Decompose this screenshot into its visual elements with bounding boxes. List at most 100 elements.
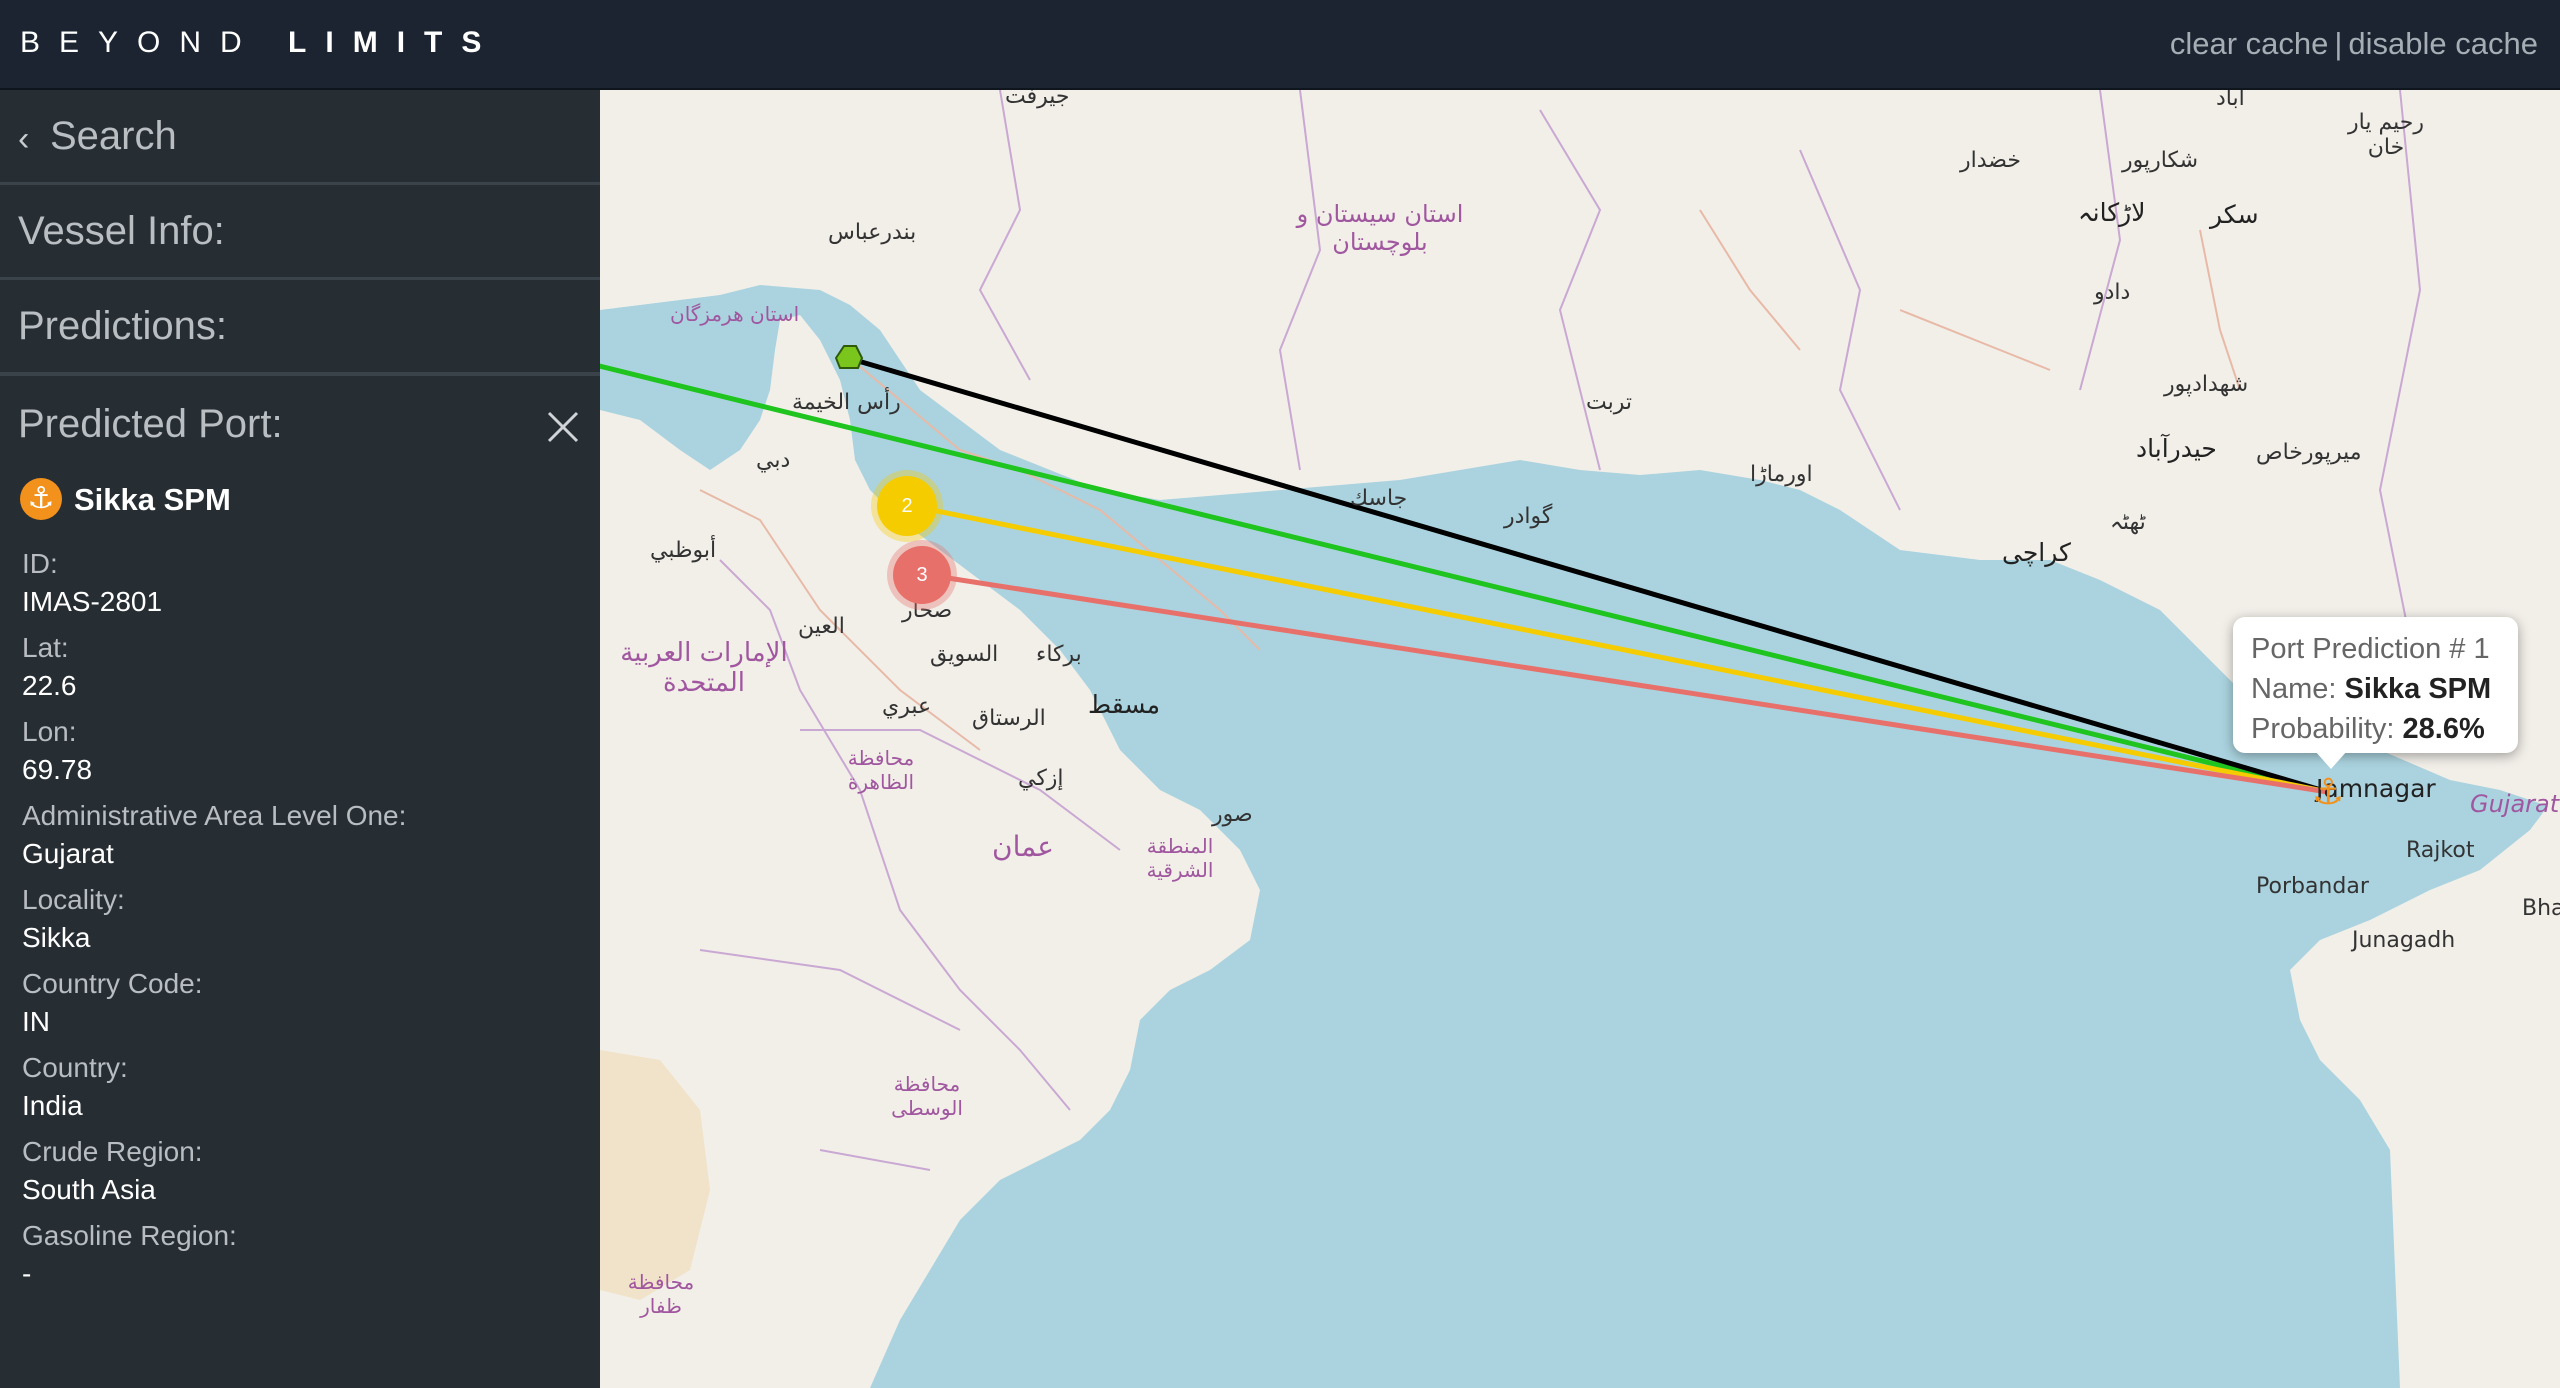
map-label-rajkot: Rajkot — [2406, 838, 2475, 863]
map-label-bandar-abbas: بندرعباس — [828, 220, 917, 245]
map-label-jask: جاسك — [1350, 486, 1408, 511]
map-label-bha: Bha — [2522, 896, 2560, 921]
map-label-hormozgan: استان هرمزگان — [670, 302, 800, 326]
field-value: IMAS-2801 — [22, 586, 163, 617]
field-label: Gasoline Region: — [22, 1220, 237, 1251]
popup-name-value: Sikka SPM — [2344, 673, 2492, 705]
map-label-uae: الإمارات العربية المتحدة — [620, 638, 788, 698]
link-separator: | — [2334, 26, 2343, 61]
map-label-larkana: لاڑکانہ — [2078, 198, 2146, 227]
map-label-gujarat: Gujarat — [2470, 790, 2560, 818]
map-label-jiroft: جیرفت — [1005, 90, 1070, 109]
cache-links: clear cache | disable cache — [2170, 26, 2538, 62]
disable-cache-link[interactable]: disable cache — [2348, 26, 2538, 61]
field-value: Sikka — [22, 922, 91, 953]
field-crude-region: Crude Region: South Asia — [0, 1136, 600, 1206]
field-label: Country: — [22, 1052, 128, 1083]
map-label-sur: صور — [1212, 802, 1253, 827]
map-label-dadu: دادو — [2094, 280, 2131, 305]
map-label-alain: العين — [798, 614, 845, 639]
predictions-label: Predictions: — [18, 304, 227, 348]
map-label-khuzdar: خضدار — [1960, 148, 2021, 173]
popup-probability-label: Probability: — [2251, 713, 2395, 745]
predictions-section[interactable]: Predictions: — [0, 280, 600, 375]
map-label-turbat: تربت — [1586, 390, 1632, 415]
field-value: South Asia — [22, 1174, 156, 1205]
search-section[interactable]: ‹ Search — [0, 90, 600, 185]
field-label: ID: — [22, 548, 58, 579]
field-value: Gujarat — [22, 838, 114, 869]
field-label: Lon: — [22, 716, 77, 747]
map-label-wusta: محافظة الوسطى — [891, 1072, 963, 1120]
brand-first-word: BEYOND — [20, 26, 261, 59]
field-country-code: Country Code: IN — [0, 968, 600, 1038]
prediction-marker-2[interactable]: 2 — [877, 476, 937, 536]
popup-probability-value: 28.6% — [2402, 713, 2485, 745]
map-label-oman: عمان — [992, 830, 1054, 863]
brand-second-word: LIMITS — [288, 26, 501, 59]
field-lat: Lat: 22.6 — [0, 632, 600, 702]
map-label-sharqiyah: المنطقة الشرقية — [1146, 834, 1214, 882]
field-label: Country Code: — [22, 968, 203, 999]
port-prediction-popup: Port Prediction # 1 Name: Sikka SPM Prob… — [2233, 617, 2518, 753]
predicted-port-header: Predicted Port: — [0, 375, 600, 474]
top-bar: BEYOND LIMITS clear cache | disable cache — [0, 0, 2560, 90]
clear-cache-link[interactable]: clear cache — [2170, 26, 2329, 61]
map-label-rahim: رحیم یار خان — [2348, 110, 2424, 160]
field-value: IN — [22, 1006, 50, 1037]
predicted-port-label: Predicted Port: — [18, 402, 283, 446]
field-value: - — [22, 1258, 32, 1289]
map-label-karachi: کراچی — [2002, 538, 2071, 567]
field-label: Locality: — [22, 884, 125, 915]
chevron-left-icon[interactable]: ‹ — [18, 120, 29, 159]
map-label-gwadar: گوادر — [1504, 504, 1553, 529]
port-name: Sikka SPM — [74, 482, 231, 517]
search-label: Search — [50, 114, 177, 158]
map-label-barka: بركاء — [1036, 642, 1082, 667]
anchor-icon: ⚓ — [20, 478, 62, 520]
map-label-mirpur: میرپورخاص — [2256, 440, 2362, 465]
map-label-dubai: دبي — [756, 448, 791, 473]
prediction-marker-3[interactable]: 3 — [893, 546, 951, 604]
field-locality: Locality: Sikka — [0, 884, 600, 954]
map-label-sukkur: سکر — [2210, 200, 2259, 229]
field-label: Administrative Area Level One: — [22, 800, 407, 831]
field-country: Country: India — [0, 1052, 600, 1122]
map-label-abad: آباد — [2216, 90, 2245, 111]
brand-logo: BEYOND LIMITS — [20, 26, 500, 60]
map-label-dhofar: محافظة ظفار — [627, 1270, 695, 1318]
map-label-hyderabad: حیدرآباد — [2136, 434, 2217, 463]
vessel-info-section[interactable]: Vessel Info: — [0, 185, 600, 280]
field-admin-area: Administrative Area Level One: Gujarat — [0, 800, 600, 870]
popup-tip — [2315, 751, 2347, 769]
map-label-rustaq: الرستاق — [972, 706, 1046, 731]
map-label-abudhabi: أبوظبي — [650, 538, 717, 563]
sidebar: ‹ Search Vessel Info: Predictions: Predi… — [0, 90, 600, 1388]
map-label-muscat: مسقط — [1088, 690, 1161, 719]
popup-name-label: Name: — [2251, 673, 2337, 705]
port-name-row: ⚓ Sikka SPM — [0, 474, 600, 534]
route-line-red — [921, 571, 2329, 795]
port-anchor-icon[interactable]: ⚓ — [2310, 774, 2346, 810]
map-label-ibri: عبري — [882, 694, 932, 719]
map-label-thatta: ٹھٹہ — [2110, 510, 2146, 535]
map-label-izki: إزكي — [1018, 766, 1064, 791]
vessel-icon[interactable] — [834, 345, 864, 369]
field-label: Lat: — [22, 632, 69, 663]
map-label-suwayq: السويق — [930, 642, 999, 667]
map-label-shikarpur: شکارپور — [2122, 148, 2199, 173]
field-id: ID: IMAS-2801 — [0, 548, 600, 618]
field-value: 22.6 — [22, 670, 77, 701]
field-label: Crude Region: — [22, 1136, 203, 1167]
map-label-dhahirah: محافظة الظاهرة — [847, 746, 915, 794]
field-lon: Lon: 69.78 — [0, 716, 600, 786]
field-gasoline-region: Gasoline Region: - — [0, 1220, 600, 1290]
map-label-sistan: استان سیستان و بلوچستان — [1296, 200, 1464, 256]
map-label-porbandar: Porbandar — [2256, 874, 2369, 899]
map-label-ormara: اورماڑا — [1750, 462, 1813, 487]
close-icon[interactable] — [546, 410, 580, 444]
vessel-info-label: Vessel Info: — [18, 209, 225, 253]
map-label-ras-khaimah: رأس الخيمة — [792, 390, 901, 415]
field-value: 69.78 — [22, 754, 93, 785]
popup-title: Port Prediction # 1 — [2251, 633, 2490, 665]
